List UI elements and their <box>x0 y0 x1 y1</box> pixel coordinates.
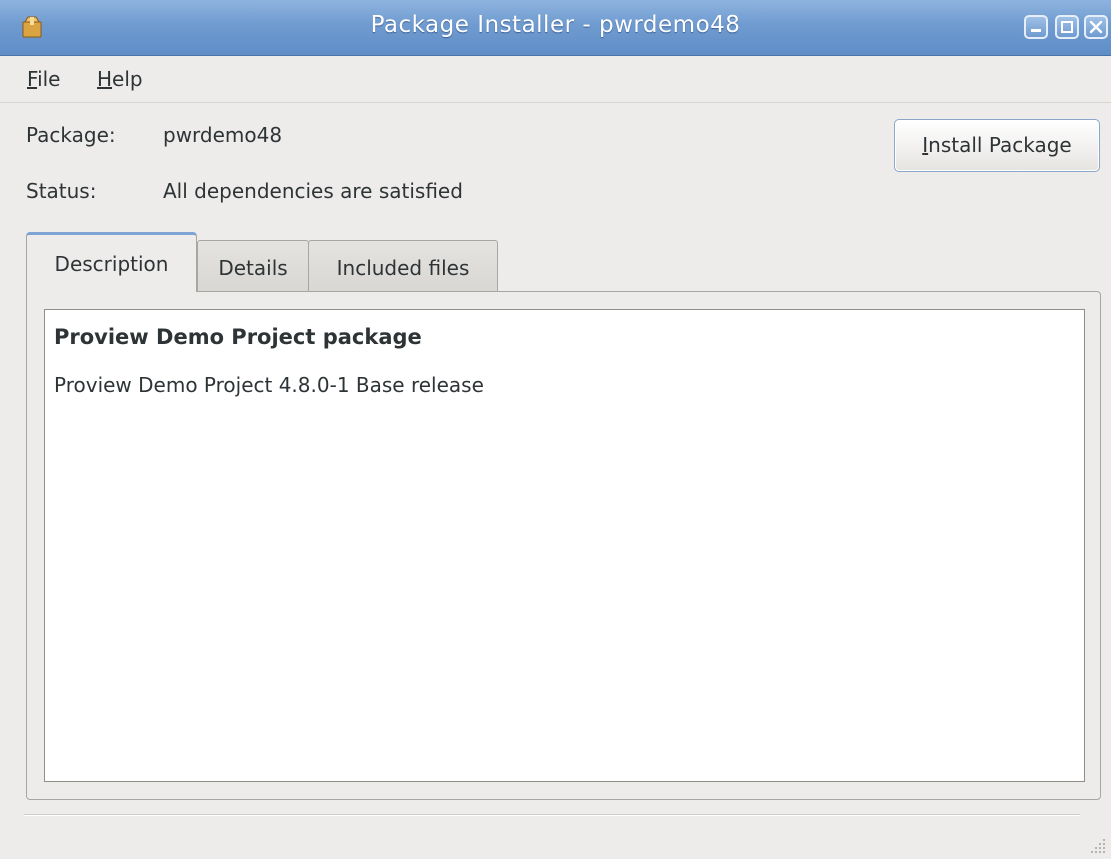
package-installer-window: Package Installer - pwrdemo48 File Help … <box>0 0 1111 859</box>
status-label: Status: <box>26 179 97 203</box>
menu-file-label: ile <box>37 67 61 91</box>
package-value: pwrdemo48 <box>163 123 283 147</box>
install-package-button[interactable]: Install Package <box>894 119 1100 172</box>
description-text-view[interactable]: Proview Demo Project package Proview Dem… <box>44 309 1085 782</box>
package-label: Package: <box>26 123 116 147</box>
close-button[interactable] <box>1084 15 1108 39</box>
status-bar <box>0 816 1111 859</box>
tab-panel: Proview Demo Project package Proview Dem… <box>26 291 1101 800</box>
window-title: Package Installer - pwrdemo48 <box>370 12 741 38</box>
status-value: All dependencies are satisfied <box>163 179 463 203</box>
tab-included-files[interactable]: Included files <box>308 240 498 292</box>
menu-bar: File Help <box>0 56 1111 103</box>
install-button-label: nstall Package <box>928 133 1072 157</box>
description-body: Proview Demo Project 4.8.0-1 Base releas… <box>54 373 484 397</box>
menu-file[interactable]: File <box>27 67 60 91</box>
tab-details[interactable]: Details <box>197 240 309 292</box>
menu-help-label: elp <box>112 67 143 91</box>
menu-help[interactable]: Help <box>97 67 143 91</box>
tab-description[interactable]: Description <box>26 232 197 292</box>
description-title: Proview Demo Project package <box>54 325 422 349</box>
maximize-icon <box>1061 21 1073 33</box>
maximize-button[interactable] <box>1055 15 1079 39</box>
tab-details-label: Details <box>218 256 288 280</box>
close-icon <box>1089 20 1103 34</box>
tab-included-files-label: Included files <box>336 256 470 280</box>
resize-grip-icon[interactable] <box>1089 837 1107 855</box>
title-bar[interactable]: Package Installer - pwrdemo48 <box>0 0 1111 56</box>
tab-description-label: Description <box>54 252 169 276</box>
minimize-icon <box>1031 29 1041 32</box>
minimize-button[interactable] <box>1024 15 1048 39</box>
menu-help-mnemonic: H <box>97 67 113 91</box>
menu-file-mnemonic: F <box>27 67 38 91</box>
